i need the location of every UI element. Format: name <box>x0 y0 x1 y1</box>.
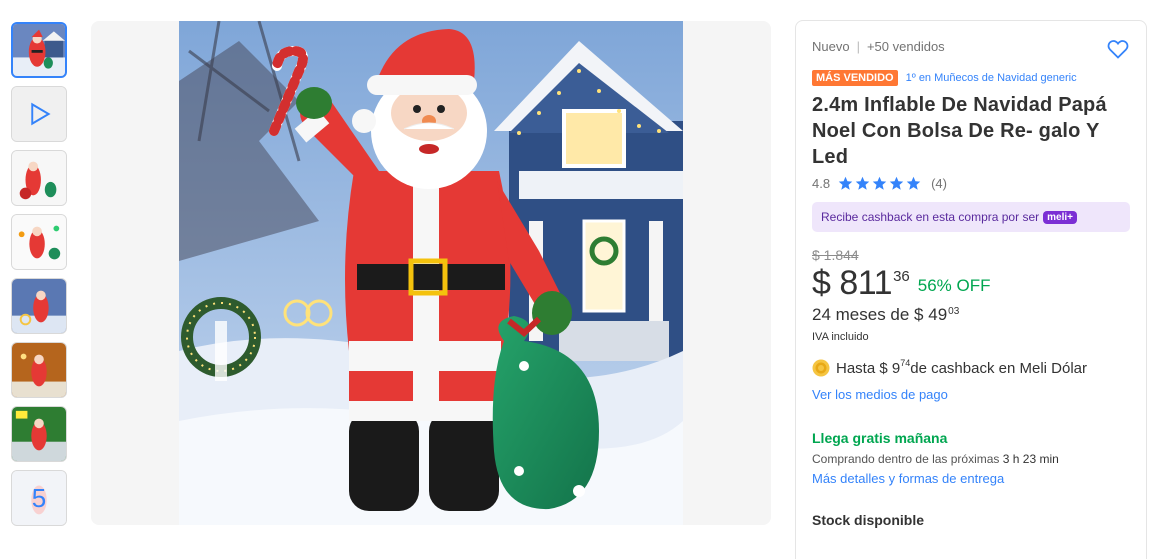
payment-methods-link[interactable]: Ver los medios de pago <box>812 387 948 402</box>
sold-count: +50 vendidos <box>866 39 945 54</box>
star-icon <box>906 176 921 190</box>
highlight-badges: MÁS VENDIDO 1º en Muñecos de Navidad gen… <box>812 70 1130 86</box>
meli-dolar-prefix: Hasta $ 9 <box>836 359 901 377</box>
more-images-count: 5 <box>12 471 66 525</box>
price-integer: $ 811 <box>812 264 893 302</box>
main-product-image[interactable] <box>179 21 683 525</box>
best-seller-badge: MÁS VENDIDO <box>812 70 898 86</box>
product-title: 2.4m Inflable De Navidad Papá Noel Con B… <box>812 94 1107 168</box>
rating-value: 4.8 <box>812 176 831 191</box>
original-price: $ 1.844 <box>812 247 859 263</box>
discount-label: 56% OFF <box>917 276 991 295</box>
santa-thumbnail-image <box>12 343 66 397</box>
favorite-heart-icon[interactable] <box>1106 37 1130 61</box>
rating-stars <box>838 176 923 191</box>
video-thumbnail-image <box>12 87 66 141</box>
installments-text: 24 meses de $ 49 <box>812 305 948 324</box>
cashback-banner[interactable]: Recibe cashback en esta compra por ser m… <box>812 202 1130 232</box>
thumbnail-more[interactable]: 5 <box>11 470 67 526</box>
thumbnail-6[interactable] <box>11 342 67 398</box>
installments-info: 24 meses de $ 49 03 <box>812 305 1130 325</box>
santa-thumbnail-image <box>12 407 66 461</box>
current-price: $ 811 36 56% OFF <box>812 265 1130 301</box>
santa-thumbnail-image <box>12 151 66 205</box>
subtitle-separator: | <box>856 39 860 54</box>
shipping-deadline: Comprando dentro de las próximas 3 h 23 … <box>812 452 1130 466</box>
installments-cents: 03 <box>948 306 960 317</box>
buy-box: Nuevo | +50 vendidos MÁS VENDIDO 1º en M… <box>795 20 1147 559</box>
santa-thumbnail-image <box>12 215 66 269</box>
shipping-deadline-value: 3 h 23 min <box>1002 452 1059 466</box>
star-icon <box>838 176 853 190</box>
thumbnail-4[interactable] <box>11 214 67 270</box>
thumbnail-5[interactable] <box>11 278 67 334</box>
main-image-area[interactable] <box>91 21 771 525</box>
thumbnail-list: 5 <box>11 22 67 534</box>
inflatable-santa-image <box>179 21 683 525</box>
thumbnail-video[interactable] <box>11 86 67 142</box>
shipping-title: Llega gratis mañana <box>812 430 948 446</box>
stock-status: Stock disponible <box>812 512 925 528</box>
thumbnail-3[interactable] <box>11 150 67 206</box>
tax-note: IVA incluido <box>812 331 869 343</box>
category-rank-link[interactable]: 1º en Muñecos de Navidad generic <box>906 72 1077 84</box>
meli-dolar-cents: 74 <box>900 358 911 368</box>
shipping-deadline-prefix: Comprando dentro de las próximas <box>812 452 1003 466</box>
rating-summary[interactable]: 4.8 (4) <box>812 176 1130 191</box>
santa-thumbnail-image <box>12 279 66 333</box>
thumbnail-1[interactable] <box>11 22 67 78</box>
product-subtitle: Nuevo | +50 vendidos <box>812 39 1130 54</box>
star-icon <box>855 176 870 190</box>
cashback-text: Recibe cashback en esta compra por ser <box>821 210 1040 224</box>
price-cents: 36 <box>893 268 910 285</box>
meli-dolar-suffix: de cashback en Meli Dólar <box>910 359 1087 377</box>
thumbnail-7[interactable] <box>11 406 67 462</box>
meli-dolar-cashback: Hasta $ 9 74 de cashback en Meli Dólar <box>812 358 1130 377</box>
star-icon <box>872 176 887 190</box>
star-icon <box>889 176 904 190</box>
rating-count: (4) <box>931 176 947 191</box>
meli-dolar-coin-icon <box>812 359 830 377</box>
shipping-details-link[interactable]: Más detalles y formas de entrega <box>812 471 1130 486</box>
product-page: 5 Nuevo | +50 vendidos MÁS VENDIDO 1º en… <box>0 0 1154 559</box>
santa-thumbnail-image <box>13 24 65 76</box>
condition-label: Nuevo <box>812 39 850 54</box>
meli-plus-badge: meli+ <box>1043 210 1077 224</box>
